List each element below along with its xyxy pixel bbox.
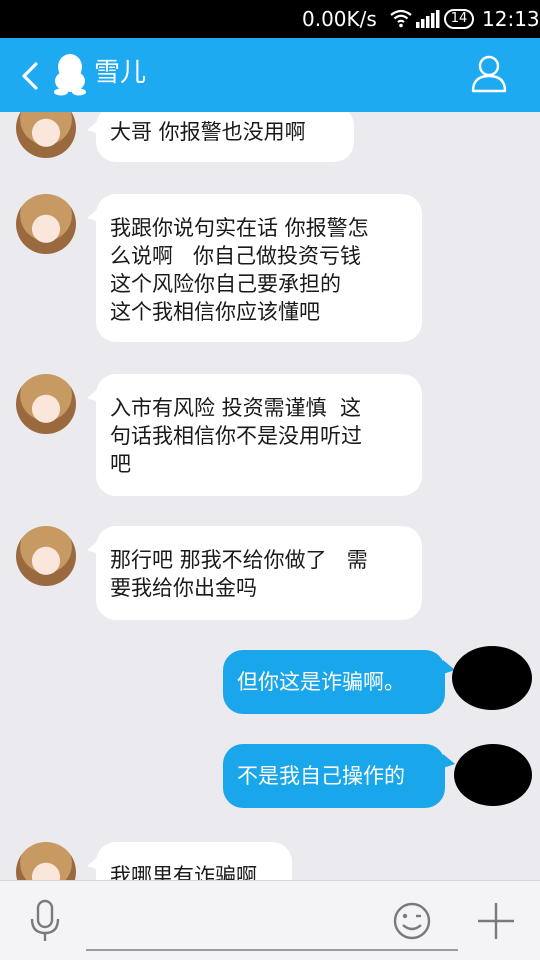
message-bubble[interactable]: 入市有风险 投资需谨慎 这 句话我相信你不是没用听过 吧 xyxy=(87,374,422,496)
message-bubble[interactable]: 我跟你说句实在话 你报警怎 么说啊 你自己做投资亏钱 这个风险你自己要承担的 这… xyxy=(87,194,422,342)
notification-badge: 14 xyxy=(444,9,474,29)
back-arrow-icon[interactable] xyxy=(20,62,40,90)
message-bubble[interactable]: 我哪里有诈骗啊 xyxy=(87,842,292,880)
message-bubble-sent[interactable]: 不是我自己操作的 xyxy=(223,744,455,808)
signal-icon xyxy=(416,10,440,28)
contact-avatar[interactable] xyxy=(16,374,76,434)
emoji-icon[interactable] xyxy=(392,901,432,941)
qq-penguin-icon xyxy=(54,54,86,96)
contact-avatar[interactable] xyxy=(16,194,76,254)
contact-avatar[interactable] xyxy=(16,842,76,880)
wifi-icon xyxy=(390,9,412,28)
message-bubble-sent[interactable]: 但你这是诈骗啊。 xyxy=(223,650,455,714)
network-speed: 0.00K/s xyxy=(302,7,377,31)
message-input-bar xyxy=(0,880,540,960)
contact-avatar[interactable] xyxy=(16,526,76,586)
clock: 12:13 xyxy=(482,7,540,31)
microphone-icon[interactable] xyxy=(28,899,62,943)
chat-header: 雪儿 xyxy=(0,38,540,112)
redaction-mark xyxy=(454,744,532,806)
contact-avatar[interactable] xyxy=(16,112,76,158)
contact-profile-icon[interactable] xyxy=(470,54,508,94)
status-bar: 0.00K/s 14 12:13 xyxy=(0,0,540,38)
plus-icon[interactable] xyxy=(476,901,516,941)
message-bubble[interactable]: 那行吧 那我不给你做了 需 要我给你出金吗 xyxy=(87,526,422,620)
chat-message-list[interactable]: 大哥 你报警也没用啊 我跟你说句实在话 你报警怎 么说啊 你自己做投资亏钱 这个… xyxy=(0,112,540,880)
message-bubble[interactable]: 大哥 你报警也没用啊 xyxy=(87,112,354,162)
contact-name: 雪儿 xyxy=(94,58,147,88)
redaction-mark xyxy=(452,646,532,710)
